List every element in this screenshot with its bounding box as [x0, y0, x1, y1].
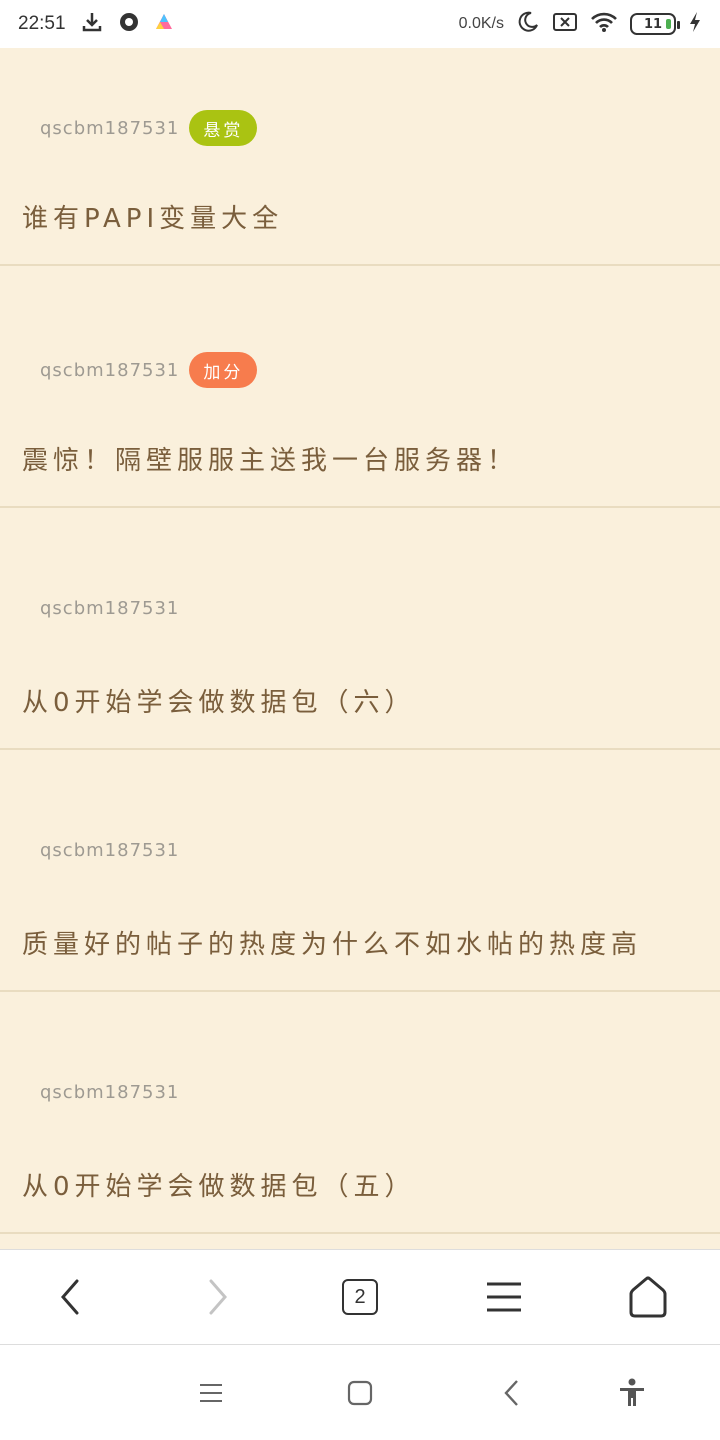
post-meta: qscbm187531: [40, 598, 179, 619]
post-item[interactable]: qscbm187531 从0开始学会做数据包（六）: [0, 508, 720, 750]
post-author[interactable]: qscbm187531: [40, 598, 179, 619]
status-time: 22:51: [18, 13, 66, 34]
back-icon: [61, 1279, 79, 1315]
post-meta: qscbm187531 悬赏: [40, 110, 258, 146]
menu-button[interactable]: [468, 1261, 540, 1333]
browser-toolbar: 2: [0, 1249, 720, 1345]
charging-icon: [688, 11, 702, 37]
battery-indicator: 11: [630, 13, 680, 35]
post-title[interactable]: 从0开始学会做数据包（六）: [22, 682, 416, 719]
recents-button[interactable]: [189, 1371, 233, 1415]
tabs-button[interactable]: 2: [324, 1261, 396, 1333]
forward-button[interactable]: [180, 1261, 252, 1333]
post-title[interactable]: 震惊！隔壁服服主送我一台服务器！: [22, 440, 518, 477]
post-item[interactable]: qscbm187531 从0开始学会做数据包（五）: [0, 992, 720, 1234]
home-button[interactable]: [612, 1261, 684, 1333]
sim-off-icon: [552, 11, 578, 37]
post-item[interactable]: qscbm187531 加分 震惊！隔壁服服主送我一台服务器！: [0, 266, 720, 508]
post-author[interactable]: qscbm187531: [40, 1082, 179, 1103]
battery-fill: [666, 19, 671, 29]
battery-level: 11: [643, 16, 663, 32]
accessibility-button[interactable]: [610, 1371, 654, 1415]
post-meta: qscbm187531: [40, 840, 179, 861]
menu-icon: [487, 1282, 521, 1312]
back-button[interactable]: [36, 1261, 108, 1333]
post-meta: qscbm187531 加分: [40, 352, 258, 388]
status-bar: 22:51 0.0K/s 11: [0, 0, 720, 48]
moon-icon: [516, 10, 540, 38]
wifi-icon: [590, 11, 618, 37]
post-author[interactable]: qscbm187531: [40, 840, 179, 861]
post-feed: qscbm187531 悬赏 谁有PAPI变量大全 qscbm187531 加分…: [0, 48, 720, 1249]
post-author[interactable]: qscbm187531: [40, 118, 179, 139]
net-speed: 0.0K/s: [458, 15, 504, 32]
app-triangle-icon: [154, 12, 174, 36]
post-item[interactable]: qscbm187531 悬赏 谁有PAPI变量大全: [0, 48, 720, 266]
back-chevron-icon: [504, 1380, 518, 1406]
accessibility-icon: [620, 1378, 644, 1406]
record-icon: [118, 11, 140, 37]
post-meta: qscbm187531: [40, 1082, 179, 1103]
download-icon: [80, 10, 104, 38]
post-title[interactable]: 质量好的帖子的热度为什么不如水帖的热度高: [22, 924, 642, 961]
system-home-button[interactable]: [338, 1371, 382, 1415]
post-tag: 加分: [189, 352, 258, 388]
system-back-button[interactable]: [490, 1371, 534, 1415]
home-square-icon: [347, 1380, 373, 1406]
post-title[interactable]: 谁有PAPI变量大全: [22, 198, 283, 235]
post-author[interactable]: qscbm187531: [40, 360, 179, 381]
post-item[interactable]: qscbm187531 质量好的帖子的热度为什么不如水帖的热度高: [0, 750, 720, 992]
post-title[interactable]: 从0开始学会做数据包（五）: [22, 1166, 416, 1203]
forward-icon: [209, 1279, 227, 1315]
system-navigation-bar: [0, 1345, 720, 1440]
battery-tip: [677, 21, 680, 29]
post-tag: 悬赏: [189, 110, 258, 146]
tab-count: 2: [342, 1279, 378, 1315]
recents-icon: [200, 1384, 222, 1402]
home-icon: [629, 1276, 667, 1318]
